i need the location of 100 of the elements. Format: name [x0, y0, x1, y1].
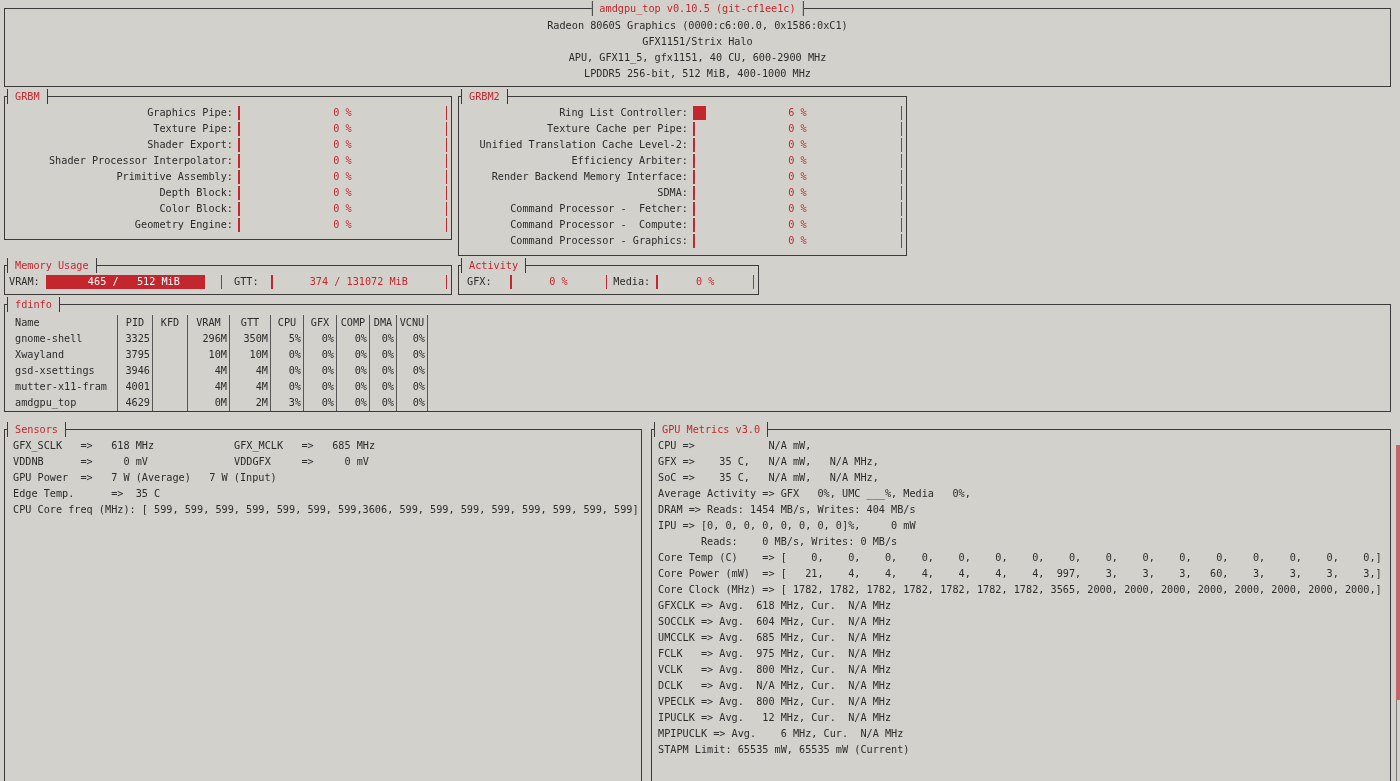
table-cell: 0%	[370, 331, 397, 347]
sensor-reading: GFX_SCLK => 618 MHz	[13, 439, 156, 454]
table-cell: 3%	[271, 395, 304, 411]
table-cell: 2M	[230, 395, 271, 411]
column-header: PID	[118, 315, 153, 331]
metric-line: DRAM => Reads: 1454 MB/s, Writes: 404 MB/s	[658, 504, 916, 515]
metric-line: VPECLK => Avg. 800 MHz, Cur. N/A MHz	[658, 696, 892, 707]
sensor-reading: Edge Temp. => 35 C	[13, 487, 162, 501]
table-cell: 3795	[118, 347, 153, 363]
metric-line: UMCCLK => Avg. 685 MHz, Cur. N/A MHz	[658, 632, 892, 643]
column-header: CPU	[271, 315, 304, 331]
bar-reading: 0 %	[788, 138, 807, 152]
metric-line: SoC => 35 C, N/A mW, N/A MHz,	[658, 472, 879, 483]
counter-label: Depth Block:	[158, 186, 233, 200]
table-cell: 5%	[271, 331, 304, 347]
table-cell: 0M	[188, 395, 230, 411]
counter-label: Graphics Pipe:	[146, 106, 233, 120]
activity-label: GFX:	[467, 275, 492, 289]
table-cell: 0%	[271, 347, 304, 363]
counter-label: Shader Processor Interpolator:	[48, 154, 233, 168]
metric-line: Core Temp (C) => [ 0, 0, 0, 0, 0, 0, 0, 0, 0, 0, 0, 0, 0, 0, 0, 0,]	[658, 552, 1382, 563]
column-header: VCNU	[397, 315, 428, 331]
counter-label: Render Backend Memory Interface:	[490, 170, 688, 184]
metric-line: Core Clock (MHz) => [ 1782, 1782, 1782, 1782, 1782, 1782, 1782, 3565, 2000, 2000, 2000, 2000, 2000, 2000, 2000, 2000,]	[658, 584, 1382, 595]
counter-label: Shader Export:	[146, 138, 233, 152]
memory-label: GTT:	[234, 275, 259, 289]
table-cell: 0%	[304, 331, 337, 347]
table-cell: amdgpu_top	[13, 395, 118, 411]
bar-reading: 0 %	[788, 186, 807, 200]
activity-label: Media:	[613, 275, 651, 289]
bar-reading: 0 %	[333, 106, 352, 120]
table-cell: 0%	[337, 379, 370, 395]
bar-reading: 0 %	[788, 202, 807, 216]
table-cell: 0%	[304, 379, 337, 395]
bar-reading: 0 %	[788, 154, 807, 168]
table-cell: 4629	[118, 395, 153, 411]
counter-label: Command Processor - Graphics:	[509, 234, 688, 248]
column-header: VRAM	[188, 315, 230, 331]
bar-reading: 0 %	[333, 122, 352, 136]
counter-label: SDMA:	[656, 186, 688, 200]
bar-reading: 465 / 512 MiB	[87, 275, 180, 289]
counter-label: Command Processor - Compute:	[509, 218, 688, 232]
column-header: COMP	[337, 315, 370, 331]
sensor-reading: CPU Core freq (MHz): [ 599, 599, 599, 599, 599, 599, 599,3606, 599, 599, 599, 599, 599, 599, 599, 599]	[13, 503, 639, 517]
table-cell: 0%	[337, 363, 370, 379]
metric-line: IPU => [0, 0, 0, 0, 0, 0, 0, 0]%, 0 mW	[658, 520, 916, 531]
table-cell: 0%	[397, 363, 428, 379]
bar-reading: 0 %	[695, 275, 715, 289]
counter-label: Texture Pipe:	[152, 122, 233, 136]
bar-reading: 0 %	[788, 218, 807, 232]
panel-title: Activity	[461, 258, 527, 273]
column-header: DMA	[370, 315, 397, 331]
table-cell: 0%	[271, 363, 304, 379]
table-cell: 0%	[271, 379, 304, 395]
table-cell: 0%	[337, 347, 370, 363]
sensor-reading: VDDGFX => 0 mV	[234, 455, 370, 469]
device-info: Radeon 8060S Graphics (0000:c6:00.0, 0x1586:0xC1)	[546, 19, 849, 33]
table-cell: 0%	[397, 347, 428, 363]
metric-line: CPU => N/A mW,	[658, 440, 812, 451]
table-cell: 0%	[304, 347, 337, 363]
bar-reading: 374 / 131072 MiB	[309, 275, 408, 289]
table-cell: 0%	[370, 379, 397, 395]
table-cell: 10M	[188, 347, 230, 363]
table-cell: 0%	[370, 395, 397, 411]
panel-title: Sensors	[7, 422, 66, 437]
panel-title: GPU Metrics v3.0	[654, 422, 769, 437]
sensor-reading: GFX_MCLK => 685 MHz	[234, 439, 377, 454]
bar-reading: 6 %	[788, 106, 807, 120]
counter-label: Efficiency Arbiter:	[570, 154, 688, 168]
device-info: LPDDR5 256-bit, 512 MiB, 400-1000 MHz	[583, 67, 812, 81]
table-cell: 296M	[188, 331, 230, 347]
bar-reading: 0 %	[333, 138, 352, 152]
bar-reading: 0 %	[549, 275, 568, 289]
metric-line: IPUCLK => Avg. 12 MHz, Cur. N/A MHz	[658, 712, 892, 723]
table-cell: 0%	[397, 331, 428, 347]
bar-reading: 0 %	[333, 218, 352, 232]
bar-reading: 0 %	[788, 122, 807, 136]
table-cell: 10M	[230, 347, 271, 363]
table-cell: 0%	[304, 363, 337, 379]
metric-line: MPIPUCLK => Avg. 6 MHz, Cur. N/A MHz	[658, 728, 904, 739]
column-header: GFX	[304, 315, 337, 331]
panel-title: GRBM	[7, 89, 48, 104]
bar-reading: 0 %	[333, 202, 352, 216]
table-cell: 0%	[397, 395, 428, 411]
column-header: Name	[13, 315, 118, 331]
table-cell: gnome-shell	[13, 331, 118, 347]
table-cell: 4M	[230, 379, 271, 395]
table-cell: 3325	[118, 331, 153, 347]
table-cell: 4001	[118, 379, 153, 395]
counter-label: Unified Translation Cache Level-2:	[478, 138, 688, 152]
panel-title: fdinfo	[7, 297, 60, 312]
table-cell: 4M	[188, 379, 230, 395]
panel-title: GRBM2	[461, 89, 508, 104]
metric-line: STAPM Limit: 65535 mW, 65535 mW (Current)	[658, 744, 910, 755]
sensor-reading: GPU Power => 7 W (Average) 7 W (Input)	[13, 471, 278, 485]
metric-line: VCLK => Avg. 800 MHz, Cur. N/A MHz	[658, 664, 892, 675]
metric-line: DCLK => Avg. N/A MHz, Cur. N/A MHz	[658, 680, 892, 691]
counter-label: Ring List Controller:	[558, 106, 688, 120]
metric-line: Average Activity => GFX 0%, UMC ___%, Media 0%,	[658, 488, 971, 499]
table-cell: Xwayland	[13, 347, 118, 363]
